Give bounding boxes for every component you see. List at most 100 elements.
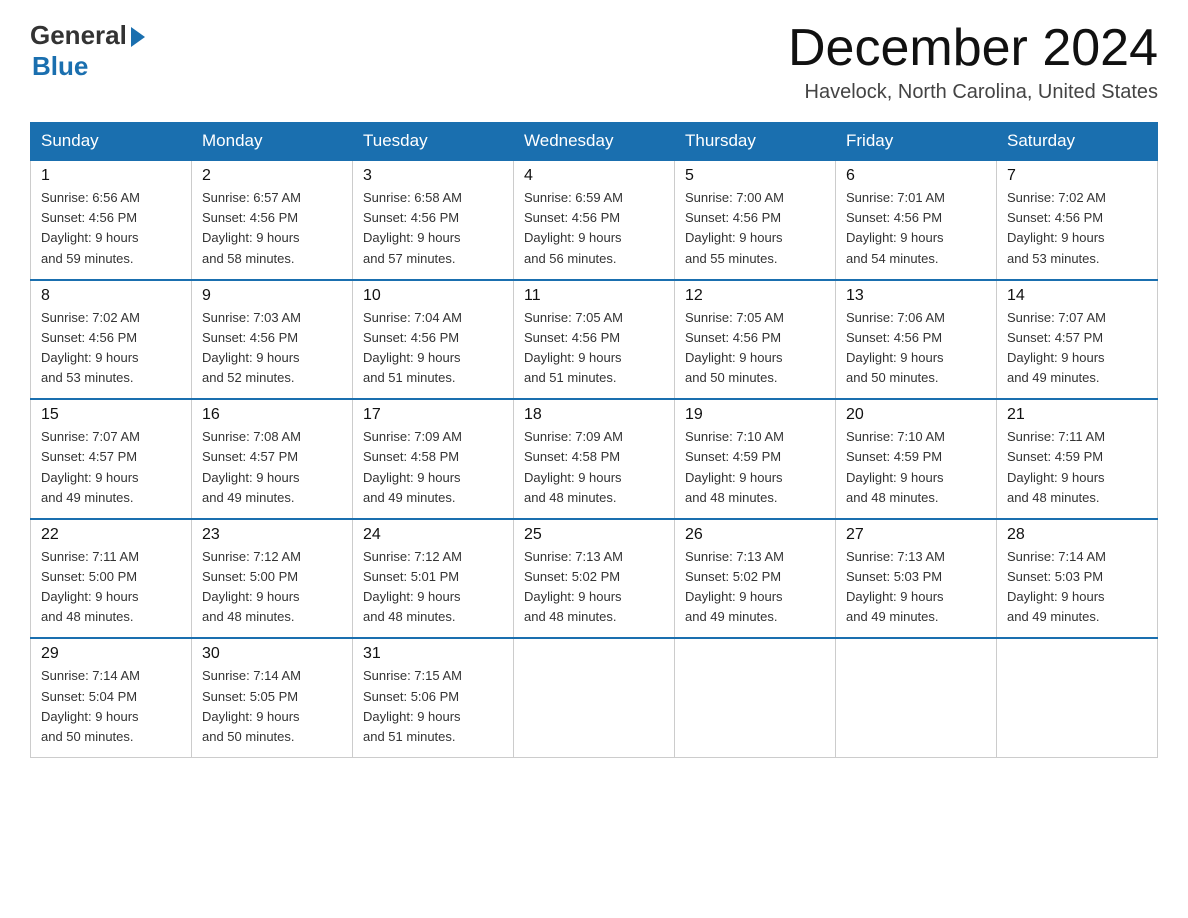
calendar-day-cell: 30 Sunrise: 7:14 AM Sunset: 5:05 PM Dayli… [192,638,353,757]
day-info: Sunrise: 7:14 AM Sunset: 5:04 PM Dayligh… [41,666,181,747]
day-number: 17 [363,406,503,424]
day-of-week-header: Monday [192,123,353,161]
day-number: 29 [41,645,181,663]
day-number: 23 [202,526,342,544]
day-number: 16 [202,406,342,424]
day-number: 27 [846,526,986,544]
calendar-day-cell: 9 Sunrise: 7:03 AM Sunset: 4:56 PM Daylig… [192,280,353,400]
page-header: General Blue December 2024 Havelock, Nor… [30,20,1158,104]
calendar-day-cell: 24 Sunrise: 7:12 AM Sunset: 5:01 PM Dayli… [353,519,514,639]
calendar-day-cell [836,638,997,757]
day-of-week-header: Thursday [675,123,836,161]
day-info: Sunrise: 7:00 AM Sunset: 4:56 PM Dayligh… [685,188,825,269]
day-info: Sunrise: 7:13 AM Sunset: 5:03 PM Dayligh… [846,547,986,628]
day-number: 31 [363,645,503,663]
day-info: Sunrise: 7:09 AM Sunset: 4:58 PM Dayligh… [363,427,503,508]
day-info: Sunrise: 7:02 AM Sunset: 4:56 PM Dayligh… [41,308,181,389]
title-block: December 2024 Havelock, North Carolina, … [788,20,1158,104]
day-info: Sunrise: 7:08 AM Sunset: 4:57 PM Dayligh… [202,427,342,508]
day-info: Sunrise: 7:14 AM Sunset: 5:03 PM Dayligh… [1007,547,1147,628]
day-number: 7 [1007,167,1147,185]
day-number: 19 [685,406,825,424]
calendar-day-cell [514,638,675,757]
calendar-week-row: 22Sunrise: 7:11 AM Sunset: 5:00 PM Dayli… [31,519,1158,639]
calendar-day-cell [675,638,836,757]
calendar-day-cell: 18 Sunrise: 7:09 AM Sunset: 4:58 PM Dayli… [514,399,675,519]
day-info: Sunrise: 7:13 AM Sunset: 5:02 PM Dayligh… [524,547,664,628]
day-number: 2 [202,167,342,185]
calendar-day-cell: 29 Sunrise: 7:14 AM Sunset: 5:04 PM Dayli… [31,638,192,757]
day-number: 24 [363,526,503,544]
calendar-day-cell: 1Sunrise: 6:56 AM Sunset: 4:56 PM Daylig… [31,160,192,280]
calendar-day-cell: 12 Sunrise: 7:05 AM Sunset: 4:56 PM Dayli… [675,280,836,400]
day-number: 28 [1007,526,1147,544]
calendar-day-cell: 26Sunrise: 7:13 AM Sunset: 5:02 PM Dayli… [675,519,836,639]
day-info: Sunrise: 7:15 AM Sunset: 5:06 PM Dayligh… [363,666,503,747]
calendar-day-cell: 3Sunrise: 6:58 AM Sunset: 4:56 PM Daylig… [353,160,514,280]
day-number: 11 [524,287,664,305]
calendar-day-cell: 28 Sunrise: 7:14 AM Sunset: 5:03 PM Dayli… [997,519,1158,639]
day-of-week-header: Friday [836,123,997,161]
day-number: 13 [846,287,986,305]
calendar-day-cell: 2 Sunrise: 6:57 AM Sunset: 4:56 PM Daylig… [192,160,353,280]
day-info: Sunrise: 7:10 AM Sunset: 4:59 PM Dayligh… [685,427,825,508]
calendar-day-cell: 31 Sunrise: 7:15 AM Sunset: 5:06 PM Dayli… [353,638,514,757]
calendar-day-cell: 4 Sunrise: 6:59 AM Sunset: 4:56 PM Daylig… [514,160,675,280]
day-info: Sunrise: 7:06 AM Sunset: 4:56 PM Dayligh… [846,308,986,389]
day-of-week-header: Sunday [31,123,192,161]
day-number: 8 [41,287,181,305]
calendar-day-cell [997,638,1158,757]
day-info: Sunrise: 6:58 AM Sunset: 4:56 PM Dayligh… [363,188,503,269]
day-of-week-header: Saturday [997,123,1158,161]
day-number: 5 [685,167,825,185]
day-info: Sunrise: 6:59 AM Sunset: 4:56 PM Dayligh… [524,188,664,269]
day-number: 20 [846,406,986,424]
day-info: Sunrise: 7:01 AM Sunset: 4:56 PM Dayligh… [846,188,986,269]
day-info: Sunrise: 7:10 AM Sunset: 4:59 PM Dayligh… [846,427,986,508]
day-info: Sunrise: 7:05 AM Sunset: 4:56 PM Dayligh… [524,308,664,389]
calendar-day-cell: 16 Sunrise: 7:08 AM Sunset: 4:57 PM Dayli… [192,399,353,519]
day-info: Sunrise: 7:07 AM Sunset: 4:57 PM Dayligh… [41,427,181,508]
calendar-day-cell: 5 Sunrise: 7:00 AM Sunset: 4:56 PM Daylig… [675,160,836,280]
month-title: December 2024 [788,20,1158,77]
calendar-day-cell: 20 Sunrise: 7:10 AM Sunset: 4:59 PM Dayli… [836,399,997,519]
calendar-day-cell: 8 Sunrise: 7:02 AM Sunset: 4:56 PM Daylig… [31,280,192,400]
day-number: 14 [1007,287,1147,305]
calendar-day-cell: 25 Sunrise: 7:13 AM Sunset: 5:02 PM Dayli… [514,519,675,639]
calendar-week-row: 8 Sunrise: 7:02 AM Sunset: 4:56 PM Daylig… [31,280,1158,400]
day-number: 22 [41,526,181,544]
calendar-day-cell: 6 Sunrise: 7:01 AM Sunset: 4:56 PM Daylig… [836,160,997,280]
day-info: Sunrise: 7:03 AM Sunset: 4:56 PM Dayligh… [202,308,342,389]
day-number: 4 [524,167,664,185]
day-number: 18 [524,406,664,424]
calendar-day-cell: 21Sunrise: 7:11 AM Sunset: 4:59 PM Dayli… [997,399,1158,519]
day-number: 15 [41,406,181,424]
calendar-table: SundayMondayTuesdayWednesdayThursdayFrid… [30,122,1158,758]
day-info: Sunrise: 6:56 AM Sunset: 4:56 PM Dayligh… [41,188,181,269]
day-info: Sunrise: 7:05 AM Sunset: 4:56 PM Dayligh… [685,308,825,389]
day-number: 6 [846,167,986,185]
day-info: Sunrise: 7:12 AM Sunset: 5:00 PM Dayligh… [202,547,342,628]
calendar-day-cell: 13 Sunrise: 7:06 AM Sunset: 4:56 PM Dayli… [836,280,997,400]
day-number: 10 [363,287,503,305]
day-info: Sunrise: 6:57 AM Sunset: 4:56 PM Dayligh… [202,188,342,269]
day-info: Sunrise: 7:12 AM Sunset: 5:01 PM Dayligh… [363,547,503,628]
day-info: Sunrise: 7:02 AM Sunset: 4:56 PM Dayligh… [1007,188,1147,269]
location-title: Havelock, North Carolina, United States [788,81,1158,104]
logo-blue-text: Blue [32,51,88,82]
day-info: Sunrise: 7:09 AM Sunset: 4:58 PM Dayligh… [524,427,664,508]
day-info: Sunrise: 7:14 AM Sunset: 5:05 PM Dayligh… [202,666,342,747]
logo-general-text: General [30,20,127,51]
calendar-day-cell: 27 Sunrise: 7:13 AM Sunset: 5:03 PM Dayli… [836,519,997,639]
day-number: 9 [202,287,342,305]
day-number: 12 [685,287,825,305]
day-info: Sunrise: 7:11 AM Sunset: 4:59 PM Dayligh… [1007,427,1147,508]
calendar-day-cell: 14 Sunrise: 7:07 AM Sunset: 4:57 PM Dayli… [997,280,1158,400]
calendar-header: SundayMondayTuesdayWednesdayThursdayFrid… [31,123,1158,161]
day-number: 30 [202,645,342,663]
calendar-week-row: 15 Sunrise: 7:07 AM Sunset: 4:57 PM Dayli… [31,399,1158,519]
day-info: Sunrise: 7:07 AM Sunset: 4:57 PM Dayligh… [1007,308,1147,389]
logo: General Blue [30,20,145,82]
calendar-day-cell: 11 Sunrise: 7:05 AM Sunset: 4:56 PM Dayli… [514,280,675,400]
day-number: 25 [524,526,664,544]
